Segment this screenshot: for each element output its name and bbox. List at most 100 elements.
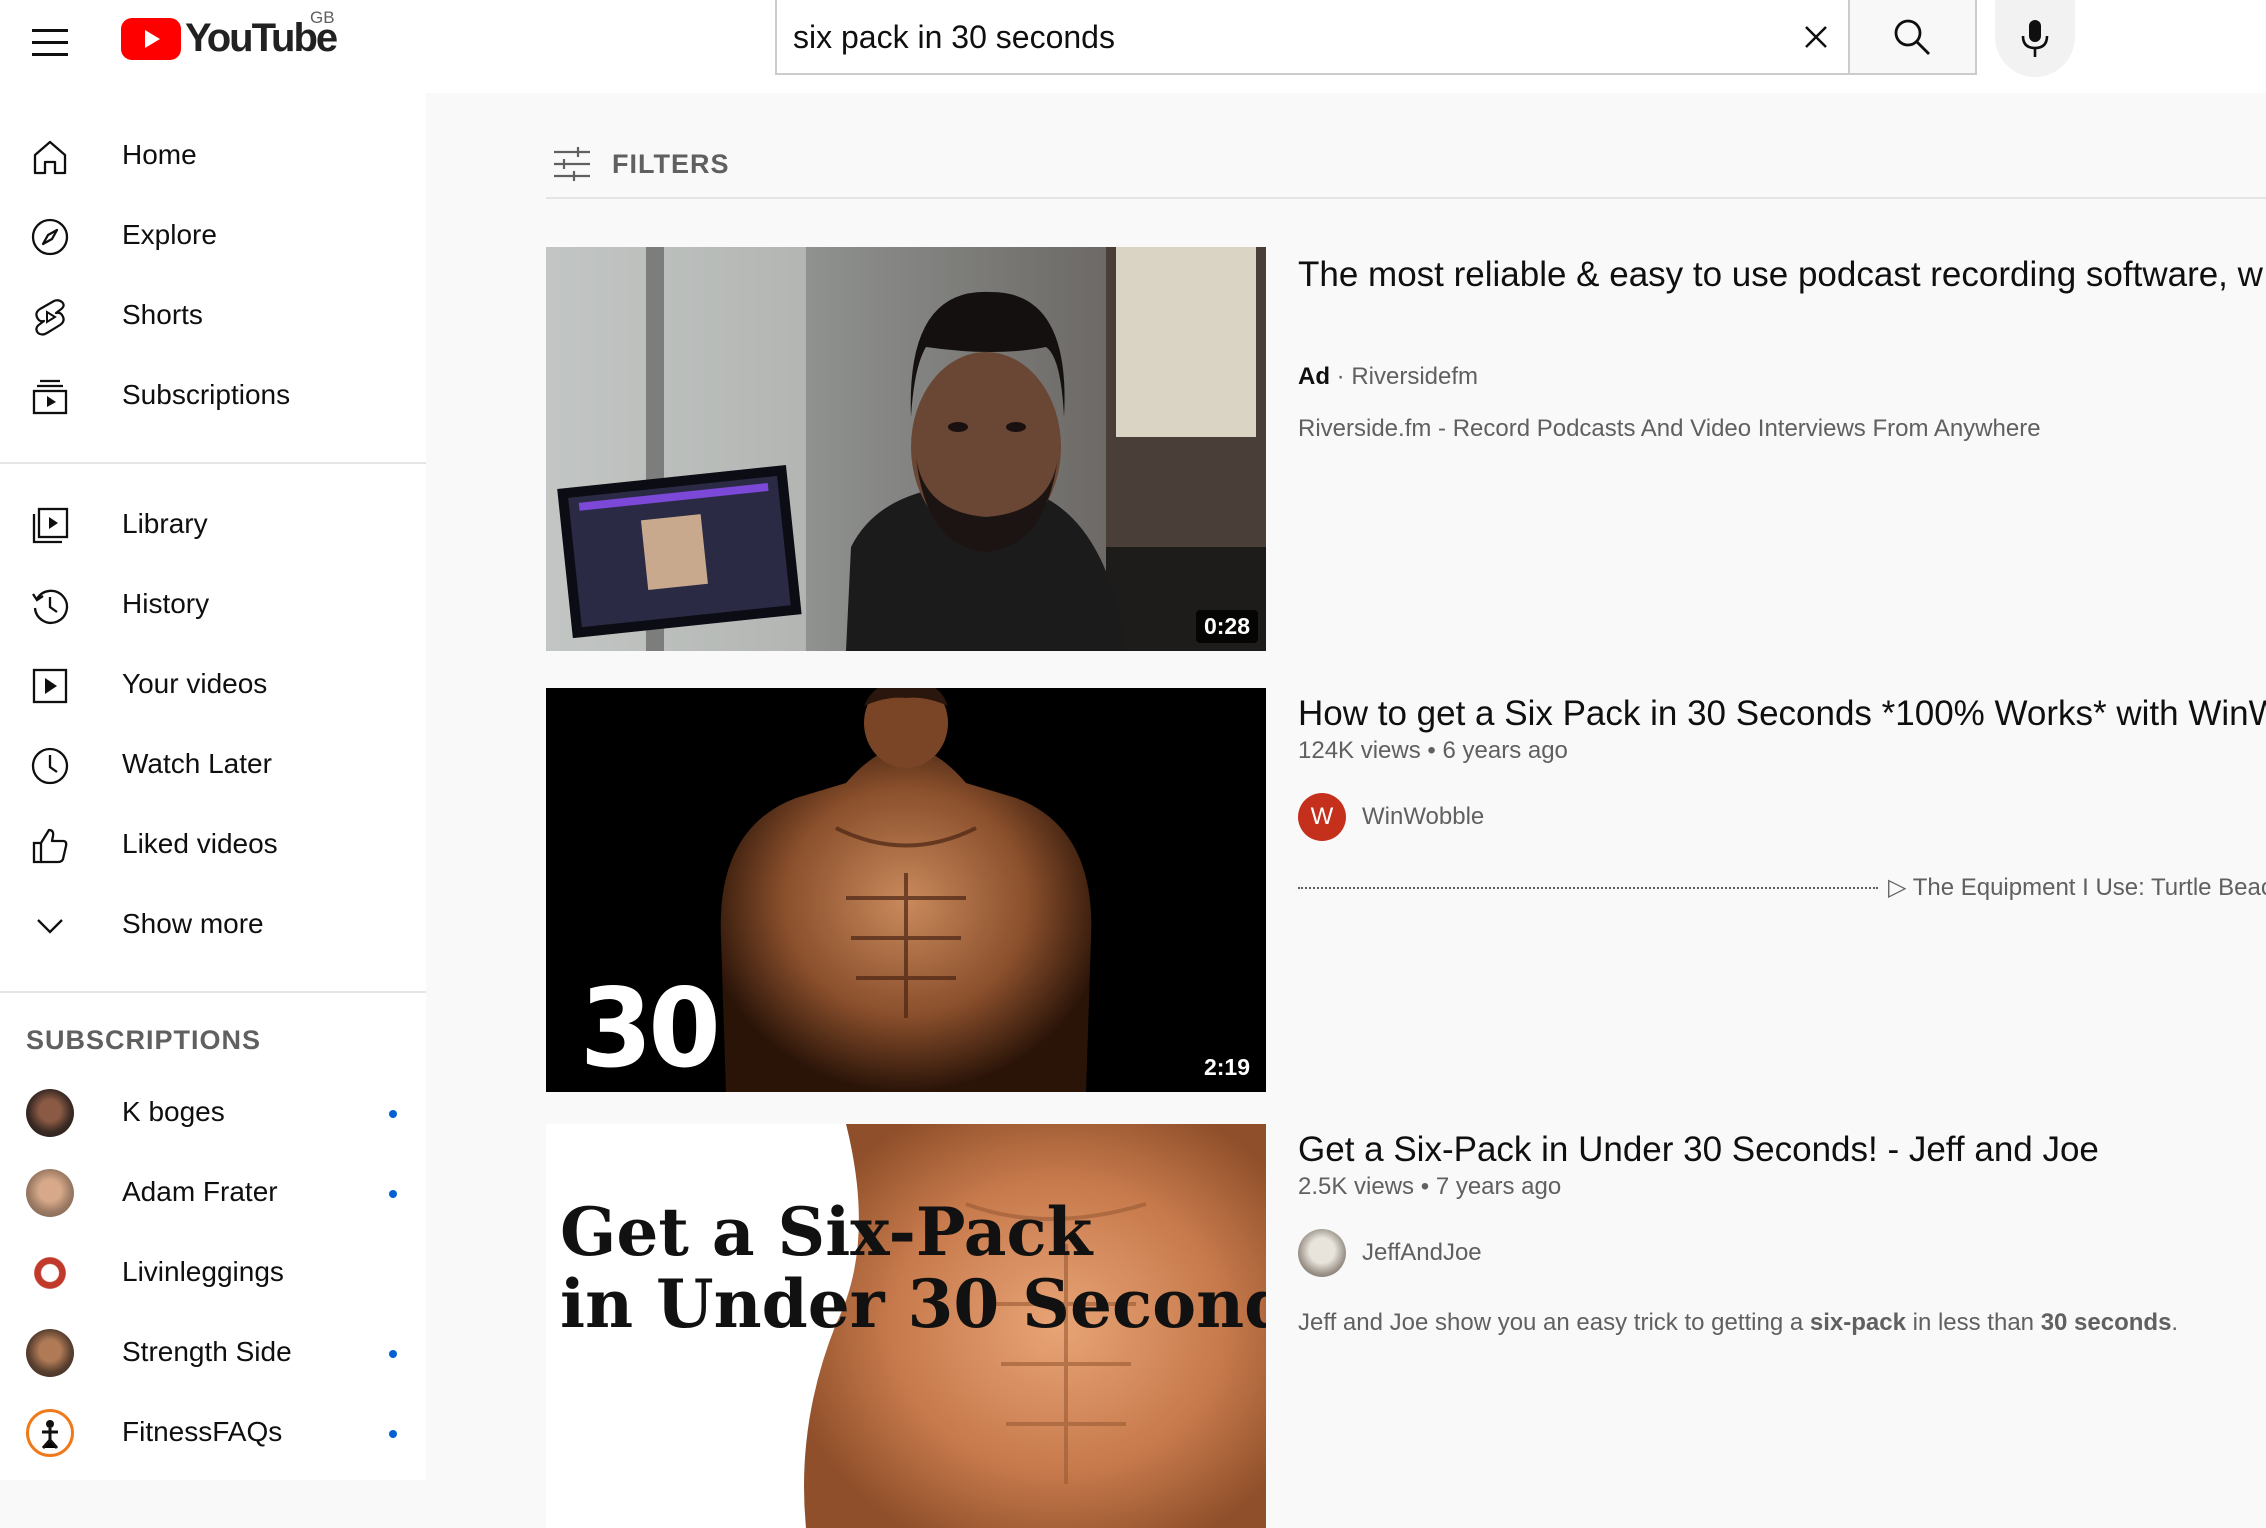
sidebar-item-liked-videos[interactable]: Liked videos xyxy=(0,806,426,886)
search-input[interactable] xyxy=(791,0,1695,75)
view-count: 124K views xyxy=(1298,737,1421,764)
avatar xyxy=(26,1089,74,1137)
sidebar: Home Explore Shorts Subscriptions Librar… xyxy=(0,93,426,1480)
video-result[interactable]: Get a Six-Pack in Under 30 Seconds! Get … xyxy=(546,1124,2266,1528)
subscriptions-heading: SUBSCRIPTIONS xyxy=(26,1025,262,1055)
meta-separator: · xyxy=(1336,363,1352,390)
ad-badge: Ad xyxy=(1298,363,1330,390)
video-thumbnail[interactable]: 30 SECONDS 2:19 xyxy=(546,688,1266,1092)
menu-icon[interactable] xyxy=(26,19,74,67)
shorts-icon xyxy=(35,299,65,336)
description-text: . xyxy=(2171,1309,2179,1336)
video-meta: 2.5K views • 7 years ago xyxy=(1298,1173,1561,1201)
subscription-item[interactable]: Adam Frater xyxy=(0,1154,426,1234)
thumbnail-text-line: Get a Six-Pack xyxy=(560,1193,1093,1271)
youtube-play-icon xyxy=(121,17,181,60)
video-result[interactable]: 0:28 The most reliable & easy to use pod… xyxy=(546,247,2266,651)
description-text: Jeff and Joe show you an easy trick to g… xyxy=(1298,1309,1810,1336)
video-result[interactable]: 30 SECONDS 2:19 How to get a Six Pack in… xyxy=(546,688,2266,1092)
avatar xyxy=(26,1249,74,1297)
sidebar-item-label: Subscriptions xyxy=(122,379,291,410)
channel-link[interactable]: W WinWobble xyxy=(1298,793,1484,841)
sidebar-item-home[interactable]: Home xyxy=(0,117,426,197)
library-icon xyxy=(32,507,69,544)
subscription-name: FitnessFAQs xyxy=(122,1416,283,1447)
top-bar: YouTube GB xyxy=(0,0,2266,93)
upload-age: 7 years ago xyxy=(1435,1173,1562,1200)
dashed-line xyxy=(1298,886,1878,889)
avatar-initial: W xyxy=(1310,803,1334,830)
video-meta: 124K views • 6 years ago xyxy=(1298,737,1568,765)
divider xyxy=(0,462,426,464)
new-content-dot xyxy=(389,1190,397,1198)
sidebar-item-label: Home xyxy=(122,139,197,170)
filters-divider xyxy=(546,197,2266,199)
channel-link[interactable]: JeffAndJoe xyxy=(1298,1229,1482,1277)
subscription-name: Livinleggings xyxy=(122,1256,284,1287)
video-duration: 2:19 xyxy=(1195,1051,1258,1084)
video-description: ▷ The Equipment I Use: Turtle Beac xyxy=(1298,873,2266,902)
video-duration: 0:28 xyxy=(1195,610,1258,643)
avatar: W xyxy=(1298,793,1346,841)
description-highlight: six-pack xyxy=(1809,1309,1906,1336)
microphone-icon xyxy=(2021,20,2049,57)
avatar xyxy=(26,1169,74,1217)
sidebar-item-label: Shorts xyxy=(122,299,203,330)
youtube-logo[interactable]: YouTube xyxy=(121,16,338,61)
channel-name[interactable]: Riversidefm xyxy=(1351,363,1478,390)
subscription-item[interactable]: K boges xyxy=(0,1074,426,1154)
video-thumbnail[interactable]: Get a Six-Pack in Under 30 Seconds! xyxy=(546,1124,1266,1528)
clock-icon xyxy=(31,747,69,785)
filters-button[interactable]: FILTERS xyxy=(552,139,730,189)
voice-search-button[interactable] xyxy=(1995,0,2075,77)
subscription-item[interactable]: Strength Side xyxy=(0,1314,426,1394)
history-icon xyxy=(32,589,69,624)
search-button[interactable] xyxy=(1850,0,1977,75)
new-content-dot xyxy=(389,1110,397,1118)
sidebar-item-label: Your videos xyxy=(122,668,268,699)
avatar xyxy=(1298,1229,1346,1277)
your-videos-icon xyxy=(32,668,68,704)
sidebar-item-subscriptions[interactable]: Subscriptions xyxy=(0,357,426,437)
new-content-dot xyxy=(389,1430,397,1438)
sidebar-item-history[interactable]: History xyxy=(0,566,426,646)
sidebar-item-shorts[interactable]: Shorts xyxy=(0,277,426,357)
subscription-item[interactable]: FitnessFAQs xyxy=(0,1394,426,1474)
upload-age: 6 years ago xyxy=(1442,737,1568,764)
video-title[interactable]: How to get a Six Pack in 30 Seconds *100… xyxy=(1298,688,2266,740)
subscription-name: K boges xyxy=(122,1096,225,1127)
video-description: Jeff and Joe show you an easy trick to g… xyxy=(1298,1309,2178,1337)
sidebar-item-label: Watch Later xyxy=(122,748,272,779)
sidebar-item-label: Explore xyxy=(122,219,217,250)
subscription-name: Strength Side xyxy=(122,1336,292,1367)
clear-search-button[interactable] xyxy=(1793,14,1839,60)
sidebar-item-label: History xyxy=(122,588,210,619)
sidebar-item-library[interactable]: Library xyxy=(0,486,426,566)
sidebar-item-watch-later[interactable]: Watch Later xyxy=(0,726,426,806)
new-content-dot xyxy=(389,1350,397,1358)
country-code: GB xyxy=(310,8,335,27)
avatar xyxy=(26,1409,74,1457)
subscription-item[interactable]: Livinleggings xyxy=(0,1234,426,1314)
sidebar-item-label: Show more xyxy=(122,908,264,939)
sidebar-item-your-videos[interactable]: Your videos xyxy=(0,646,426,726)
sidebar-item-label: Liked videos xyxy=(122,828,278,859)
filter-sliders-icon xyxy=(554,147,590,181)
description-highlight: 30 seconds xyxy=(2040,1309,2172,1336)
channel-name: WinWobble xyxy=(1362,803,1485,830)
divider xyxy=(0,991,426,993)
description-text: ▷ The Equipment I Use: Turtle Beac xyxy=(1888,874,2266,901)
chevron-down-icon xyxy=(37,919,63,934)
sidebar-item-show-more[interactable]: Show more xyxy=(0,886,426,966)
view-count: 2.5K views xyxy=(1298,1173,1415,1200)
filters-label: FILTERS xyxy=(612,148,730,179)
video-title[interactable]: Get a Six-Pack in Under 30 Seconds! - Je… xyxy=(1298,1124,2266,1176)
video-description: Riverside.fm - Record Podcasts And Video… xyxy=(1298,415,2041,442)
video-thumbnail[interactable]: 0:28 xyxy=(546,247,1266,651)
thumbnail-overlay-text: 30 SECONDS xyxy=(580,963,721,1092)
sidebar-item-explore[interactable]: Explore xyxy=(0,197,426,277)
subscription-name: Adam Frater xyxy=(122,1176,278,1207)
thumbs-up-icon xyxy=(32,828,68,864)
video-title[interactable]: The most reliable & easy to use podcast … xyxy=(1298,249,2266,301)
thumbnail-overlay-text: Get a Six-Pack in Under 30 Seconds! xyxy=(560,1196,1266,1340)
